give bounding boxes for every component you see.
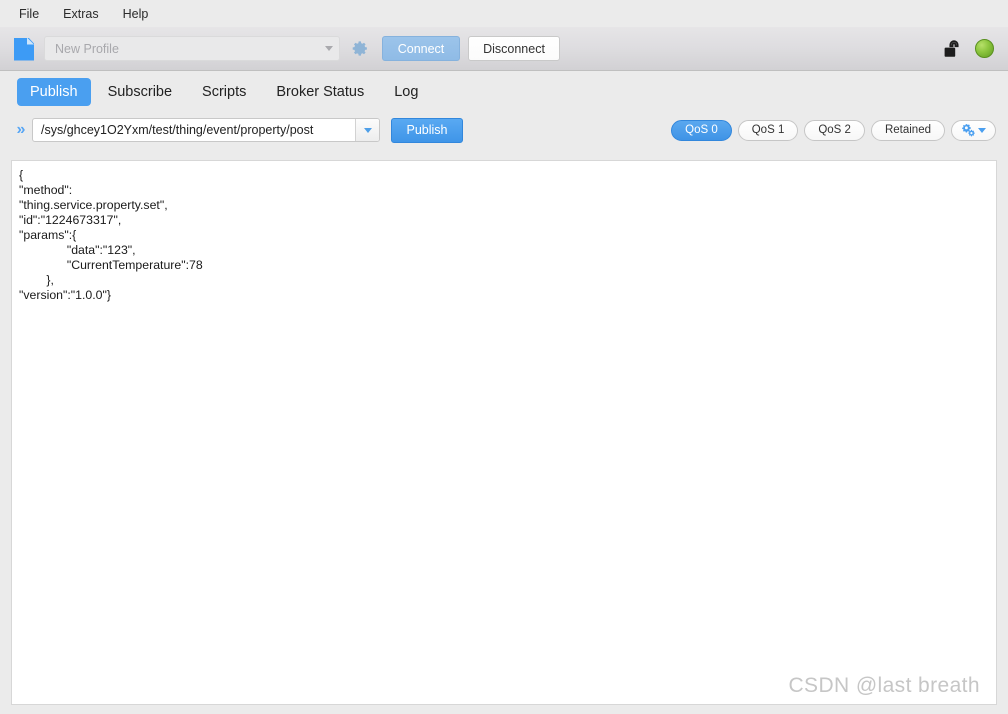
disconnect-button[interactable]: Disconnect bbox=[468, 36, 560, 61]
connection-status-led bbox=[975, 39, 994, 58]
menu-help[interactable]: Help bbox=[112, 3, 160, 25]
topic-dropdown-button[interactable] bbox=[355, 119, 379, 141]
toolbar-status-group bbox=[943, 27, 994, 70]
qos-0-button[interactable]: QoS 0 bbox=[671, 119, 732, 141]
publish-options-group: QoS 0 QoS 1 QoS 2 Retained bbox=[671, 113, 996, 147]
publish-options-button[interactable] bbox=[951, 119, 996, 141]
qos-2-button[interactable]: QoS 2 bbox=[804, 119, 865, 141]
tab-log[interactable]: Log bbox=[381, 78, 431, 106]
gear-icon bbox=[352, 41, 367, 56]
payload-text[interactable]: { "method": "thing.service.property.set"… bbox=[19, 168, 203, 303]
payload-editor[interactable]: { "method": "thing.service.property.set"… bbox=[11, 160, 997, 705]
profile-settings-button[interactable] bbox=[350, 39, 370, 59]
profile-select[interactable]: New Profile bbox=[44, 36, 340, 61]
chevron-down-icon bbox=[325, 46, 333, 51]
tab-scripts[interactable]: Scripts bbox=[189, 78, 259, 106]
retained-toggle[interactable]: Retained bbox=[870, 119, 945, 141]
chevron-down-icon bbox=[978, 127, 986, 133]
gears-icon bbox=[962, 123, 975, 136]
document-icon bbox=[14, 37, 34, 61]
connect-button[interactable]: Connect bbox=[382, 36, 460, 61]
publish-button[interactable]: Publish bbox=[391, 117, 463, 143]
watermark: CSDN @last breath bbox=[788, 674, 980, 697]
topic-input[interactable]: /sys/ghcey1O2Yxm/test/thing/event/proper… bbox=[32, 118, 380, 142]
chevron-down-icon bbox=[363, 127, 372, 133]
main-tabs: Publish Subscribe Scripts Broker Status … bbox=[0, 71, 1008, 113]
menu-extras[interactable]: Extras bbox=[52, 3, 109, 25]
qos-1-button[interactable]: QoS 1 bbox=[737, 119, 799, 141]
menu-file[interactable]: File bbox=[8, 3, 50, 25]
double-chevron-right-icon[interactable]: » bbox=[10, 122, 32, 138]
publish-bar: » /sys/ghcey1O2Yxm/test/thing/event/prop… bbox=[0, 113, 1008, 147]
unlocked-padlock-icon[interactable] bbox=[943, 39, 965, 59]
menu-bar: File Extras Help bbox=[0, 0, 1008, 27]
tab-publish[interactable]: Publish bbox=[17, 78, 91, 106]
tab-subscribe[interactable]: Subscribe bbox=[95, 78, 185, 106]
main-toolbar: New Profile Connect Disconnect bbox=[0, 27, 1008, 71]
tab-broker-status[interactable]: Broker Status bbox=[263, 78, 377, 106]
topic-value: /sys/ghcey1O2Yxm/test/thing/event/proper… bbox=[41, 123, 314, 137]
profile-placeholder: New Profile bbox=[55, 41, 119, 56]
